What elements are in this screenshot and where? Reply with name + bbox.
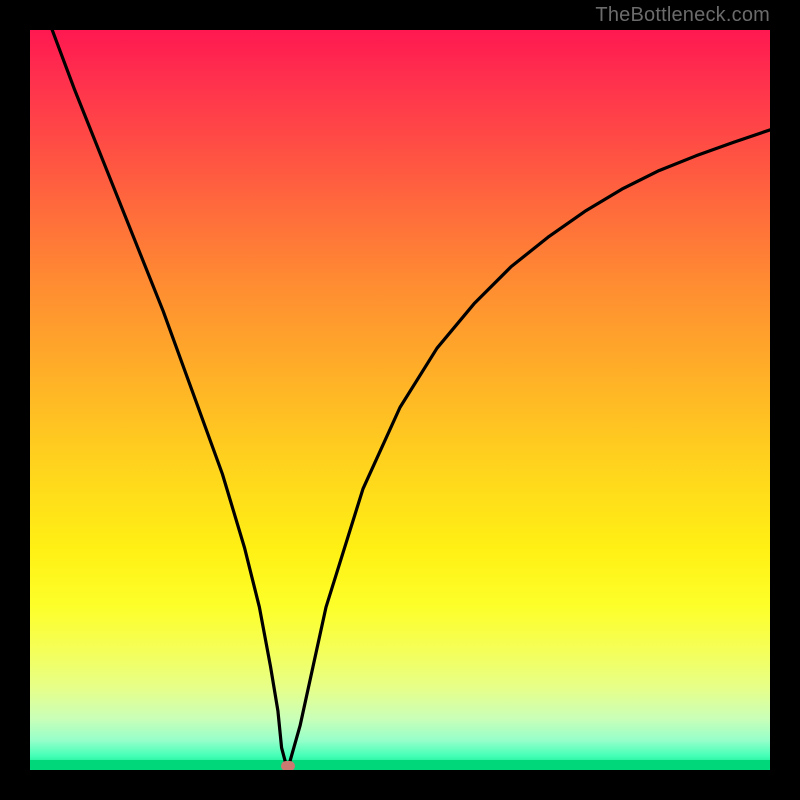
chart-container: TheBottleneck.com: [0, 0, 800, 800]
bottleneck-curve: [30, 30, 770, 770]
optimal-point-marker: [281, 761, 295, 770]
watermark-text: TheBottleneck.com: [595, 4, 770, 27]
plot-area: [30, 30, 770, 770]
